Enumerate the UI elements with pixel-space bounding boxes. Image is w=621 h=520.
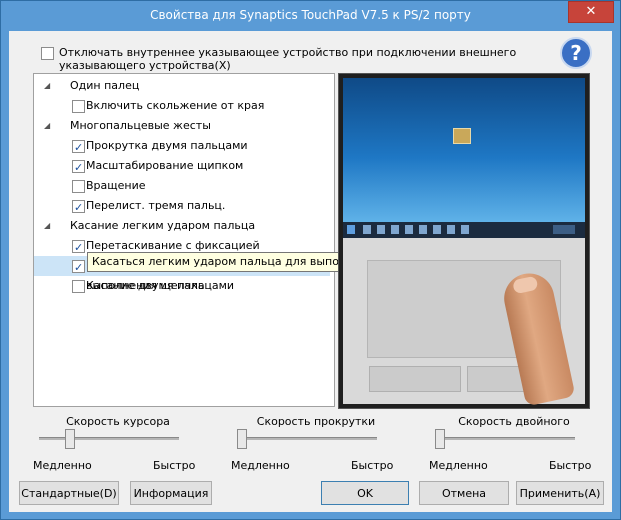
start-icon [347,225,355,234]
gesture-settings-tree[interactable]: ◢ Один палец Включить скольжение от края… [33,73,335,407]
drag-lock-checkbox[interactable] [72,238,85,258]
close-button[interactable]: ✕ [568,1,614,23]
edge-scroll-checkbox[interactable] [72,100,85,113]
dialog-client: Отключать внутреннее указывающее устройс… [9,31,612,512]
slider-max-label: Быстро [153,459,196,472]
rotation-checkbox[interactable] [72,180,85,193]
cursor-speed-slider-group: Скорость курсора Медленно Быстро [33,405,203,479]
taskbar-app-icon [461,225,469,234]
collapse-arrow-icon[interactable]: ◢ [44,216,50,236]
taskbar-app-icon [391,225,399,234]
tree-item-rotation[interactable]: Вращение [34,176,330,196]
three-finger-flick-checkbox[interactable] [72,198,85,218]
preview-left-button [369,366,461,392]
tree-group-label: Многопальцевые жесты [70,119,211,132]
disable-internal-pointer-checkbox[interactable] [41,47,54,60]
collapse-arrow-icon[interactable]: ◢ [44,116,50,136]
double-click-speed-track[interactable] [435,437,575,440]
slider-title: Скорость прокрутки [256,415,376,428]
tree-item-three-finger-flick[interactable]: Перелист. тремя пальц. [34,196,330,218]
slider-min-label: Медленно [231,459,290,472]
slider-max-label: Быстро [351,459,394,472]
taskbar-app-icon [363,225,371,234]
taskbar-app-icon [447,225,455,234]
slider-title: Скорость двойного [458,415,570,428]
taskbar-app-icon [433,225,441,234]
cancel-button[interactable]: Отмена [419,481,509,505]
taskbar-clock [553,225,575,234]
double-click-speed-slider-group: Скорость двойного Медленно Быстро [429,405,599,479]
slider-title: Скорость курсора [66,415,170,428]
tree-item-pinch-zoom[interactable]: Масштабирование щипком [34,156,330,178]
slider-max-label: Быстро [549,459,592,472]
disable-internal-pointer-label: Отключать внутреннее указывающее устройс… [59,46,517,71]
title-bar[interactable]: Свойства для Synaptics TouchPad V7.5 к P… [1,1,620,31]
cursor-speed-thumb[interactable] [65,429,76,449]
tree-item-two-finger-scroll[interactable]: Прокрутка двумя пальцами [34,136,330,158]
two-finger-scroll-checkbox[interactable] [72,138,85,158]
tree-group-label: Один палец [70,79,140,92]
tree-group-label: Касание легким ударом пальца [70,219,256,232]
gesture-preview-video [338,73,590,409]
scroll-speed-slider-group: Скорость прокрутки Медленно Быстро [231,405,401,479]
taskbar-app-icon [419,225,427,234]
tree-group-one-finger[interactable]: ◢ Один палец [34,76,330,96]
slider-min-label: Медленно [33,459,92,472]
tap-to-click-checkbox[interactable] [72,258,85,278]
tree-item-label: Включить скольжение от края [86,99,265,112]
help-icon[interactable]: ? [560,37,592,69]
apply-button[interactable]: Применить(A) [516,481,604,505]
collapse-arrow-icon[interactable]: ◢ [44,76,50,96]
tree-item-label: Перелист. тремя пальц. [86,199,226,212]
fingernail [512,275,539,295]
slider-min-label: Медленно [429,459,488,472]
tree-group-tapping[interactable]: ◢ Касание легким ударом пальца [34,216,330,236]
taskbar-app-icon [405,225,413,234]
disable-internal-pointer-option[interactable]: Отключать внутреннее указывающее устройс… [41,45,561,71]
tree-item-label: Вращение [86,179,146,192]
ok-button[interactable]: OK [321,481,409,505]
defaults-button[interactable]: Стандартные(D) [19,481,119,505]
properties-window: Свойства для Synaptics TouchPad V7.5 к P… [0,0,621,520]
preview-taskbar [343,222,585,238]
two-finger-tap-checkbox[interactable] [72,280,85,293]
tree-item-edge-scroll[interactable]: Включить скольжение от края [34,96,330,116]
tree-item-two-finger-tap[interactable]: Касание двумя пальцами [34,276,330,296]
pinch-zoom-checkbox[interactable] [72,158,85,178]
double-click-speed-thumb[interactable] [435,429,445,449]
scroll-speed-track[interactable] [237,437,377,440]
desktop-folder-icon [453,128,471,144]
taskbar-app-icon [377,225,385,234]
cursor-speed-track[interactable] [39,437,179,440]
tree-item-label: Касание двумя пальцами [86,279,235,292]
preview-desktop [343,78,585,222]
scroll-speed-thumb[interactable] [237,429,247,449]
tree-group-multifinger[interactable]: ◢ Многопальцевые жесты [34,116,330,136]
window-title: Свойства для Synaptics TouchPad V7.5 к P… [150,8,471,22]
information-button[interactable]: Информация [130,481,212,505]
tree-item-label: Масштабирование щипком [86,159,244,172]
tree-item-label: Прокрутка двумя пальцами [86,139,248,152]
